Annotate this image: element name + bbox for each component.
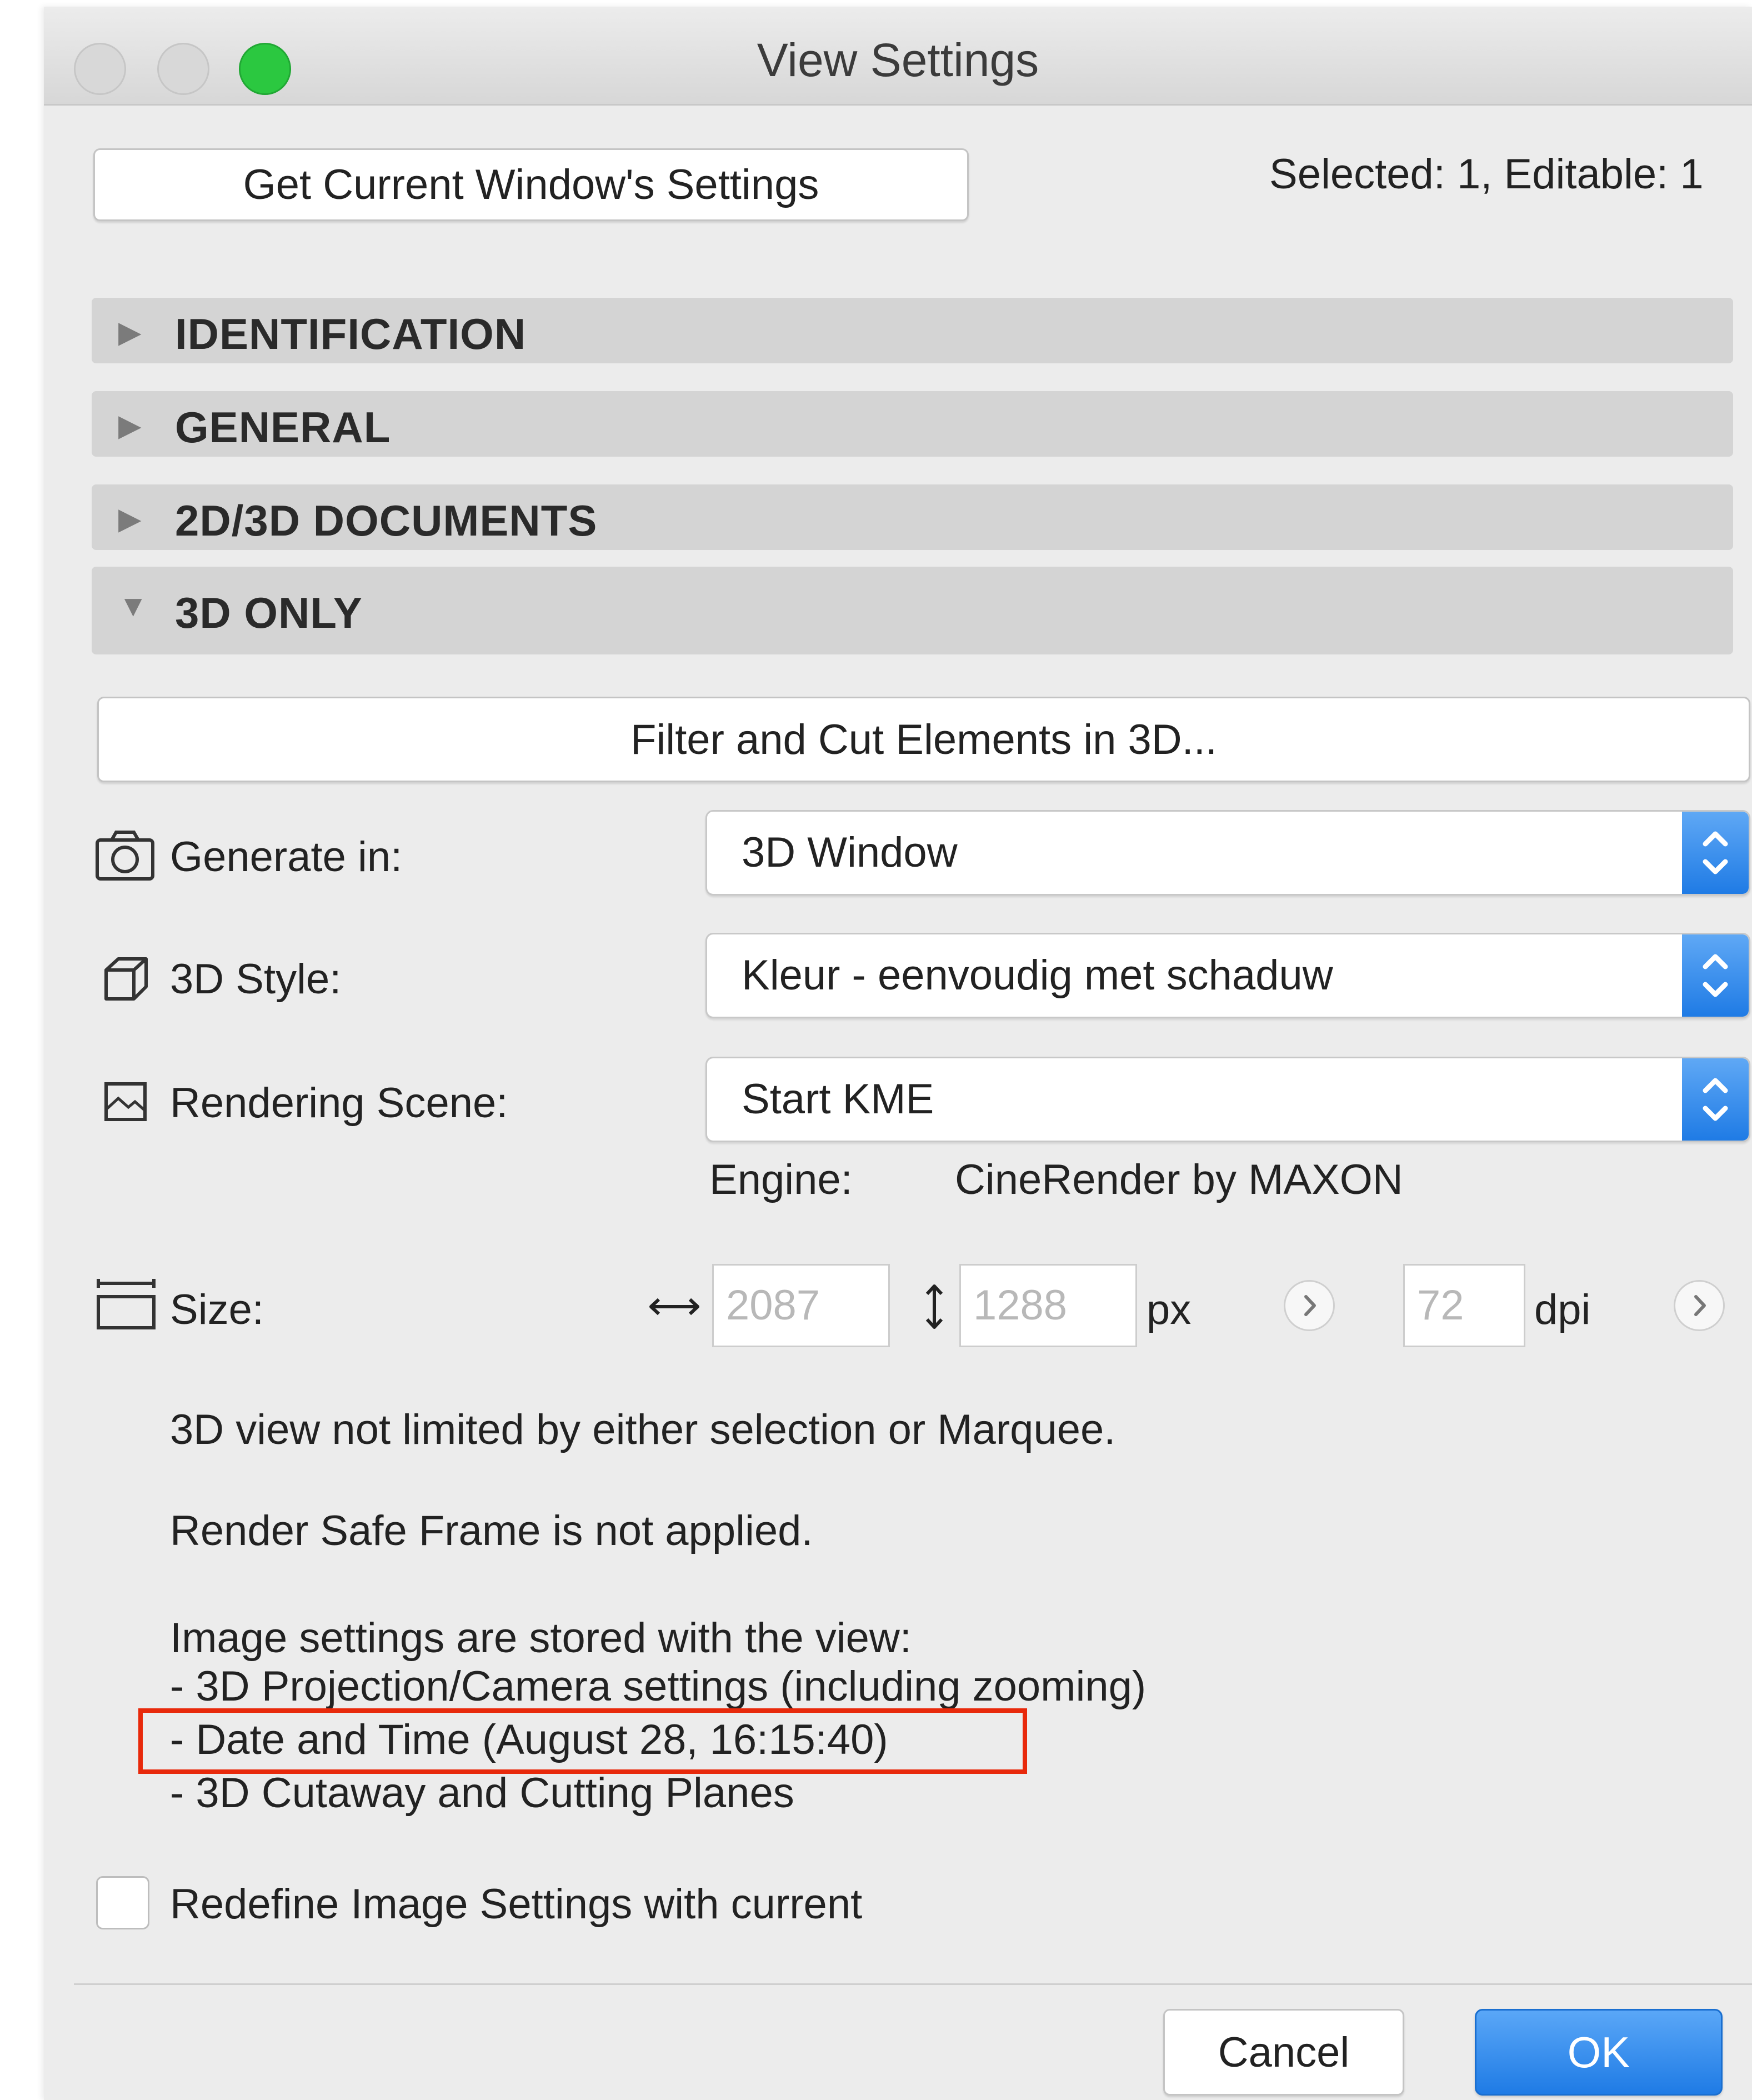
redefine-image-settings-checkbox[interactable]	[96, 1876, 149, 1929]
cube-icon	[104, 957, 148, 1001]
rendering-scene-select[interactable]: Start KME	[705, 1057, 1750, 1142]
picture-icon	[104, 1082, 147, 1121]
stored-settings-intro: Image settings are stored with the view:	[170, 1614, 912, 1662]
size-label: Size:	[170, 1286, 264, 1333]
disclosure-triangle-right-icon: ▶	[118, 502, 142, 536]
rendering-scene-label: Rendering Scene:	[170, 1079, 508, 1127]
select-stepper[interactable]	[1682, 812, 1749, 894]
chevron-up-down-icon	[1703, 831, 1728, 874]
disclosure-triangle-down-icon: ▼	[118, 589, 148, 623]
stored-item-cutaway: - 3D Cutaway and Cutting Planes	[170, 1769, 794, 1817]
cancel-button[interactable]: Cancel	[1163, 2009, 1404, 2096]
section-3d-only[interactable]: ▼ 3D ONLY	[92, 567, 1733, 654]
3d-style-value: Kleur - eenvoudig met schaduw	[742, 952, 1333, 999]
disclosure-triangle-right-icon: ▶	[118, 316, 142, 349]
engine-label: Engine:	[709, 1156, 853, 1203]
stored-item-projection: - 3D Projection/Camera settings (includi…	[170, 1663, 1147, 1710]
height-input[interactable]: 1288	[959, 1264, 1137, 1347]
generate-in-label: Generate in:	[170, 833, 403, 881]
selection-status: Selected: 1, Editable: 1	[1269, 151, 1704, 198]
select-stepper[interactable]	[1682, 1058, 1749, 1141]
3d-style-label: 3D Style:	[170, 956, 342, 1003]
marquee-note: 3D view not limited by either selection …	[170, 1406, 1116, 1453]
get-current-window-settings-button[interactable]: Get Current Window's Settings	[93, 148, 969, 221]
ok-button[interactable]: OK	[1475, 2009, 1723, 2096]
highlight-annotation-box	[138, 1708, 1027, 1774]
disclosure-triangle-right-icon: ▶	[118, 409, 142, 442]
chevron-up-down-icon	[1703, 1078, 1728, 1121]
size-options-button[interactable]	[1284, 1280, 1335, 1331]
dpi-unit: dpi	[1534, 1286, 1591, 1333]
window-title: View Settings	[757, 34, 1039, 86]
section-general[interactable]: ▶ GENERAL	[92, 391, 1733, 457]
dpi-input[interactable]: 72	[1403, 1264, 1525, 1347]
safe-frame-note: Render Safe Frame is not applied.	[170, 1507, 813, 1554]
3d-style-select[interactable]: Kleur - eenvoudig met schaduw	[705, 933, 1750, 1018]
select-stepper[interactable]	[1682, 934, 1749, 1017]
section-identification[interactable]: ▶ IDENTIFICATION	[92, 298, 1733, 363]
view-settings-window: View Settings Get Current Window's Setti…	[44, 7, 1752, 2100]
filter-and-cut-elements-button[interactable]: Filter and Cut Elements in 3D...	[97, 697, 1750, 782]
section-2d-3d-documents[interactable]: ▶ 2D/3D DOCUMENTS	[92, 484, 1733, 550]
title-bar[interactable]: View Settings	[44, 7, 1752, 106]
generate-in-value: 3D Window	[742, 829, 958, 876]
redefine-image-settings-label: Redefine Image Settings with current	[170, 1881, 863, 1928]
section-label: IDENTIFICATION	[175, 309, 527, 358]
rendering-scene-value: Start KME	[742, 1076, 934, 1123]
camera-icon	[96, 831, 154, 881]
size-icon	[97, 1279, 156, 1329]
section-label: GENERAL	[175, 403, 391, 452]
width-arrow-icon	[649, 1298, 699, 1316]
generate-in-select[interactable]: 3D Window	[705, 810, 1750, 896]
footer-divider	[74, 1983, 1752, 1985]
dpi-options-button[interactable]	[1674, 1280, 1725, 1331]
chevron-up-down-icon	[1703, 954, 1728, 997]
chevron-right-icon	[1694, 1295, 1706, 1316]
engine-value: CineRender by MAXON	[955, 1156, 1403, 1203]
chevron-right-icon	[1304, 1295, 1316, 1316]
height-arrow-icon	[925, 1284, 943, 1329]
section-label: 2D/3D DOCUMENTS	[175, 496, 598, 545]
px-unit: px	[1147, 1286, 1192, 1333]
section-label: 3D ONLY	[175, 588, 363, 637]
width-input[interactable]: 2087	[712, 1264, 890, 1347]
